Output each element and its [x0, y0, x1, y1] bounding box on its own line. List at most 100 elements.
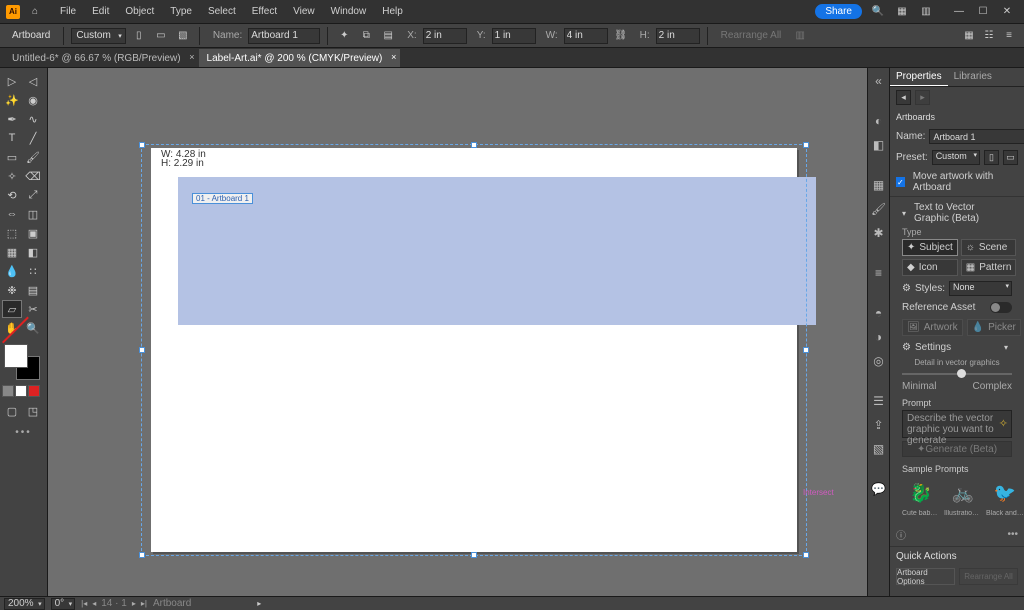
artboard-options-icon[interactable]: ▤: [379, 27, 397, 45]
color-panel-icon[interactable]: ◐: [870, 112, 888, 130]
w-input[interactable]: [564, 28, 608, 44]
gradient-panel-icon[interactable]: ◓: [870, 304, 888, 322]
window-minimize-icon[interactable]: —: [948, 4, 970, 20]
artboards-panel-icon[interactable]: ▧: [870, 440, 888, 458]
slice-tool-icon[interactable]: ✂: [23, 300, 43, 318]
blend-tool-icon[interactable]: ∷: [23, 262, 43, 280]
type-subject-button[interactable]: ✦Subject: [902, 239, 958, 256]
link-wh-icon[interactable]: ⛓: [612, 27, 630, 45]
menu-object[interactable]: Object: [117, 0, 162, 24]
window-maximize-icon[interactable]: ☐: [972, 4, 994, 20]
close-icon[interactable]: ×: [391, 52, 396, 62]
type-icon-button[interactable]: ◆Icon: [902, 259, 958, 276]
menu-help[interactable]: Help: [374, 0, 411, 24]
chevron-down-icon[interactable]: ▾: [1004, 343, 1008, 352]
back-icon[interactable]: ◂: [896, 90, 911, 105]
symbols-panel-icon[interactable]: ✱: [870, 224, 888, 242]
auto-prompt-icon[interactable]: ✧: [999, 417, 1008, 430]
color-mode-icons[interactable]: [2, 385, 45, 397]
more-icon[interactable]: •••: [1007, 529, 1018, 540]
chevron-down-icon[interactable]: ▾: [902, 209, 906, 218]
expand-dock-icon[interactable]: «: [870, 72, 888, 90]
eraser-tool-icon[interactable]: ⌫: [23, 167, 43, 185]
move-with-art-icon[interactable]: ⧉: [357, 27, 375, 45]
window-close-icon[interactable]: ✕: [996, 4, 1018, 20]
gradient-tool-icon[interactable]: ◧: [23, 243, 43, 261]
transform-icon[interactable]: ☷: [980, 27, 998, 45]
type-tool-icon[interactable]: T: [2, 129, 22, 147]
menu-file[interactable]: File: [52, 0, 84, 24]
menu-effect[interactable]: Effect: [244, 0, 285, 24]
reference-asset-toggle[interactable]: [990, 302, 1012, 313]
draw-mode-icon[interactable]: ◳: [23, 402, 43, 420]
asset-export-panel-icon[interactable]: ⇪: [870, 416, 888, 434]
scale-tool-icon[interactable]: ⤢: [23, 186, 43, 204]
menu-window[interactable]: Window: [323, 0, 375, 24]
home-icon[interactable]: ⌂: [28, 5, 42, 19]
orientation-landscape-icon[interactable]: ▭: [152, 27, 170, 45]
workspace-icon[interactable]: ▥: [918, 4, 934, 20]
artboard-options-button[interactable]: Artboard Options: [896, 568, 955, 585]
menu-edit[interactable]: Edit: [84, 0, 117, 24]
sample-prompt-2[interactable]: 🚲Illustration of a...: [944, 478, 982, 517]
tab-properties[interactable]: Properties: [890, 68, 948, 86]
first-artboard-icon[interactable]: |◂: [81, 599, 87, 608]
eyedropper-tool-icon[interactable]: 💧: [2, 262, 22, 280]
prev-artboard-icon[interactable]: ◂: [92, 599, 96, 608]
direct-selection-tool-icon[interactable]: ◁: [23, 72, 43, 90]
search-icon[interactable]: 🔍: [870, 4, 886, 20]
preset-select[interactable]: Custom: [71, 28, 125, 44]
zoom-select[interactable]: 200%: [4, 598, 45, 610]
pen-tool-icon[interactable]: ✒: [2, 110, 22, 128]
y-input[interactable]: [492, 28, 536, 44]
brushes-panel-icon[interactable]: 🖌: [870, 200, 888, 218]
settings-label[interactable]: Settings: [915, 342, 951, 353]
artboard-label-box[interactable]: 01 - Artboard 1: [192, 193, 253, 204]
width-tool-icon[interactable]: ⇔: [2, 205, 22, 223]
rotate-select[interactable]: 0°: [51, 598, 76, 610]
last-artboard-icon[interactable]: ▸|: [141, 599, 147, 608]
x-input[interactable]: [423, 28, 467, 44]
rotate-tool-icon[interactable]: ⟲: [2, 186, 22, 204]
artboard-tool-icon[interactable]: ▱: [2, 300, 22, 318]
menu-type[interactable]: Type: [162, 0, 200, 24]
appearance-panel-icon[interactable]: ◎: [870, 352, 888, 370]
sample-prompt-1[interactable]: 🐉Cute baby drag...: [902, 478, 940, 517]
panel-menu-icon[interactable]: ≡: [1000, 27, 1018, 45]
styles-select[interactable]: None: [949, 281, 1012, 296]
tab-label-art[interactable]: Label-Art.ai* @ 200 % (CMYK/Preview)×: [199, 49, 401, 67]
reference-point-icon[interactable]: ✦: [335, 27, 353, 45]
curvature-tool-icon[interactable]: ∿: [23, 110, 43, 128]
free-transform-tool-icon[interactable]: ◫: [23, 205, 43, 223]
menu-view[interactable]: View: [285, 0, 323, 24]
canvas[interactable]: W: 4.28 inH: 2.29 in 01 - Artboard 1 Int…: [48, 68, 867, 596]
layers-panel-icon[interactable]: ☰: [870, 392, 888, 410]
symbol-sprayer-tool-icon[interactable]: ❉: [2, 281, 22, 299]
lasso-tool-icon[interactable]: ◉: [23, 91, 43, 109]
screen-mode-icon[interactable]: ▢: [2, 402, 22, 420]
artboard-bounding-box[interactable]: [141, 144, 807, 556]
stroke-panel-icon[interactable]: ≡: [870, 264, 888, 282]
paintbrush-tool-icon[interactable]: 🖌: [23, 148, 43, 166]
menu-select[interactable]: Select: [200, 0, 244, 24]
new-artboard-icon[interactable]: ▧: [174, 27, 192, 45]
orientation-portrait-icon[interactable]: ▯: [130, 27, 148, 45]
next-artboard-icon[interactable]: ▸: [132, 599, 136, 608]
transparency-panel-icon[interactable]: ◑: [870, 328, 888, 346]
move-artwork-checkbox[interactable]: ✓: [896, 177, 905, 187]
sample-prompt-3[interactable]: 🐦Black and white...: [986, 478, 1024, 517]
comments-panel-icon[interactable]: 💬: [870, 480, 888, 498]
panel-preset-select[interactable]: Custom: [932, 150, 980, 165]
close-icon[interactable]: ×: [189, 52, 194, 62]
orientation-landscape-icon[interactable]: ▭: [1003, 150, 1018, 165]
mesh-tool-icon[interactable]: ▦: [2, 243, 22, 261]
prompt-textarea[interactable]: Describe the vector graphic you want to …: [902, 410, 1012, 438]
align-icon[interactable]: ▦: [960, 27, 978, 45]
magic-wand-tool-icon[interactable]: ✨: [2, 91, 22, 109]
type-pattern-button[interactable]: ▦Pattern: [961, 259, 1017, 276]
tab-untitled[interactable]: Untitled-6* @ 66.67 % (RGB/Preview)×: [4, 49, 199, 67]
type-scene-button[interactable]: ☼Scene: [961, 239, 1017, 256]
perspective-tool-icon[interactable]: ▣: [23, 224, 43, 242]
info-icon[interactable]: ⓘ: [896, 527, 906, 542]
shape-builder-tool-icon[interactable]: ⬚: [2, 224, 22, 242]
